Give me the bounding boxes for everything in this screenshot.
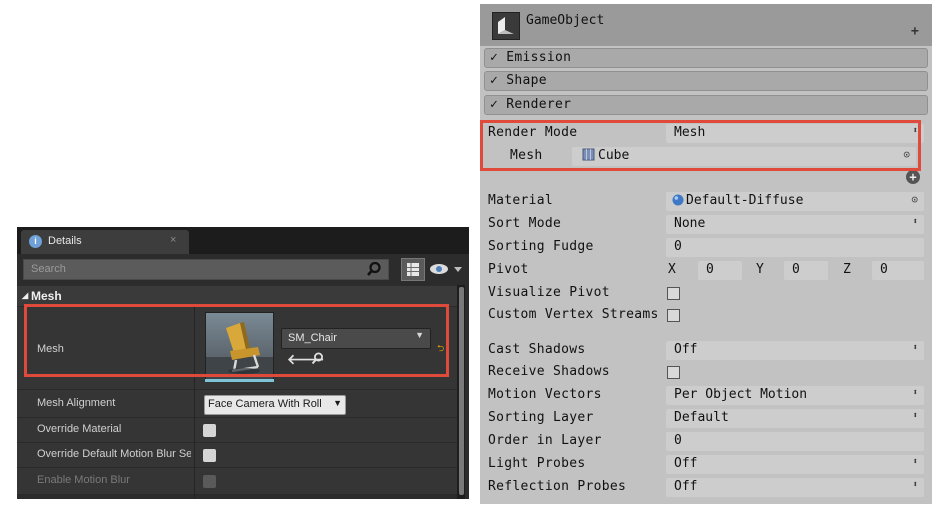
gameobject-title: GameObject bbox=[526, 13, 605, 28]
category-mesh[interactable]: ◢ Mesh bbox=[17, 286, 457, 306]
light-probes-label: Light Probes bbox=[488, 456, 586, 471]
thumbnail-underline bbox=[205, 379, 274, 382]
pivot-label: Pivot bbox=[488, 262, 529, 277]
reflection-probes-label: Reflection Probes bbox=[488, 479, 627, 494]
highlight-box-unreal-mesh bbox=[24, 304, 449, 377]
receive-shadows-label: Receive Shadows bbox=[488, 364, 610, 379]
search-placeholder: Search bbox=[31, 263, 66, 275]
sorting-layer-dropdown[interactable]: Default ⬍ bbox=[666, 409, 924, 428]
property-matrix-button[interactable] bbox=[401, 258, 425, 281]
enable-motion-blur-row: Enable Motion Blur bbox=[17, 468, 457, 495]
sort-mode-value: None bbox=[674, 216, 706, 231]
override-material-label: Override Material bbox=[37, 423, 122, 435]
tab-details[interactable]: i Details × bbox=[21, 230, 189, 254]
module-renderer[interactable]: ✓ Renderer bbox=[484, 95, 928, 115]
pivot-z-value: 0 bbox=[880, 262, 888, 277]
motion-vectors-label: Motion Vectors bbox=[488, 387, 602, 402]
pivot-y-value: 0 bbox=[792, 262, 800, 277]
search-input[interactable]: Search bbox=[23, 259, 389, 280]
pivot-x-value: 0 bbox=[706, 262, 714, 277]
override-motion-blur-checkbox[interactable] bbox=[203, 449, 216, 462]
pivot-y-field[interactable]: 0 bbox=[784, 261, 828, 280]
updown-arrow-icon: ⬍ bbox=[912, 217, 918, 227]
tab-details-label: Details bbox=[48, 235, 82, 247]
collapse-triangle-icon[interactable]: ◢ bbox=[22, 291, 28, 300]
sort-mode-dropdown[interactable]: None ⬍ bbox=[666, 215, 924, 234]
module-emission[interactable]: ✓ Emission bbox=[484, 48, 928, 68]
material-value: Default-Diffuse bbox=[686, 193, 804, 208]
visualize-pivot-label: Visualize Pivot bbox=[488, 285, 610, 300]
cast-shadows-label: Cast Shadows bbox=[488, 342, 586, 357]
cast-shadows-dropdown[interactable]: Off ⬍ bbox=[666, 341, 924, 360]
motion-vectors-value: Per Object Motion bbox=[674, 387, 808, 402]
pivot-z-field[interactable]: 0 bbox=[872, 261, 924, 280]
pivot-z-label: Z bbox=[843, 262, 851, 277]
dropdown-arrow-icon: ▼ bbox=[333, 398, 342, 408]
view-options-button[interactable] bbox=[427, 259, 465, 279]
module-emission-label: ✓ Emission bbox=[490, 50, 572, 65]
module-shape[interactable]: ✓ Shape bbox=[484, 71, 928, 91]
sorting-fudge-label: Sorting Fudge bbox=[488, 239, 594, 254]
add-module-icon[interactable]: + bbox=[911, 24, 919, 39]
tab-close-icon[interactable]: × bbox=[170, 234, 176, 246]
reflection-probes-value: Off bbox=[674, 479, 698, 494]
gameobject-icon bbox=[492, 12, 520, 40]
updown-arrow-icon: ⬍ bbox=[912, 343, 918, 353]
highlight-box-unity-render-mode bbox=[480, 120, 921, 171]
custom-vertex-streams-label: Custom Vertex Streams bbox=[488, 307, 659, 322]
override-motion-blur-label: Override Default Motion Blur Settings bbox=[37, 448, 191, 460]
sorting-fudge-field[interactable]: 0 bbox=[666, 238, 924, 257]
details-icon: i bbox=[29, 235, 42, 248]
override-motion-blur-row: Override Default Motion Blur Settings bbox=[17, 443, 457, 468]
updown-arrow-icon: ⬍ bbox=[912, 411, 918, 421]
inspector-header: GameObject + bbox=[480, 4, 932, 46]
unity-inspector: GameObject + ✓ Emission ✓ Shape ✓ Render… bbox=[480, 4, 932, 504]
order-in-layer-field[interactable]: 0 bbox=[666, 432, 924, 451]
sorting-layer-label: Sorting Layer bbox=[488, 410, 594, 425]
mesh-alignment-value: Face Camera With Roll bbox=[208, 398, 322, 410]
order-in-layer-label: Order in Layer bbox=[488, 433, 602, 448]
sorting-layer-value: Default bbox=[674, 410, 729, 425]
sorting-fudge-value: 0 bbox=[674, 239, 682, 254]
object-picker-icon[interactable]: ⊙ bbox=[911, 193, 918, 206]
updown-arrow-icon: ⬍ bbox=[912, 457, 918, 467]
enable-motion-blur-label: Enable Motion Blur bbox=[37, 474, 130, 486]
updown-arrow-icon: ⬍ bbox=[912, 388, 918, 398]
module-renderer-label: ✓ Renderer bbox=[490, 97, 572, 112]
scrollbar-thumb[interactable] bbox=[459, 287, 464, 495]
add-mesh-icon[interactable]: + bbox=[906, 170, 920, 184]
receive-shadows-checkbox[interactable] bbox=[667, 366, 680, 379]
override-material-row: Override Material bbox=[17, 418, 457, 443]
module-shape-label: ✓ Shape bbox=[490, 73, 547, 88]
category-label: Mesh bbox=[31, 289, 62, 303]
visualize-pivot-checkbox[interactable] bbox=[667, 287, 680, 300]
light-probes-dropdown[interactable]: Off ⬍ bbox=[666, 455, 924, 474]
pivot-x-field[interactable]: 0 bbox=[698, 261, 742, 280]
material-object-field[interactable]: Default-Diffuse ⊙ bbox=[666, 192, 924, 211]
cast-shadows-value: Off bbox=[674, 342, 698, 357]
mesh-alignment-label: Mesh Alignment bbox=[37, 397, 116, 409]
tab-bar: i Details × bbox=[17, 227, 469, 254]
order-in-layer-value: 0 bbox=[674, 433, 682, 448]
enable-motion-blur-checkbox bbox=[203, 475, 216, 488]
light-probes-value: Off bbox=[674, 456, 698, 471]
custom-vertex-streams-checkbox[interactable] bbox=[667, 309, 680, 322]
material-sphere-icon bbox=[672, 194, 684, 210]
motion-vectors-dropdown[interactable]: Per Object Motion ⬍ bbox=[666, 386, 924, 405]
reflection-probes-dropdown[interactable]: Off ⬍ bbox=[666, 478, 924, 497]
updown-arrow-icon: ⬍ bbox=[912, 480, 918, 490]
pivot-y-label: Y bbox=[756, 262, 764, 277]
search-icon[interactable] bbox=[366, 261, 382, 280]
pivot-x-label: X bbox=[668, 262, 676, 277]
sort-mode-label: Sort Mode bbox=[488, 216, 562, 231]
override-material-checkbox[interactable] bbox=[203, 424, 216, 437]
mesh-alignment-dropdown[interactable]: Face Camera With Roll ▼ bbox=[204, 395, 346, 415]
material-label: Material bbox=[488, 193, 554, 208]
